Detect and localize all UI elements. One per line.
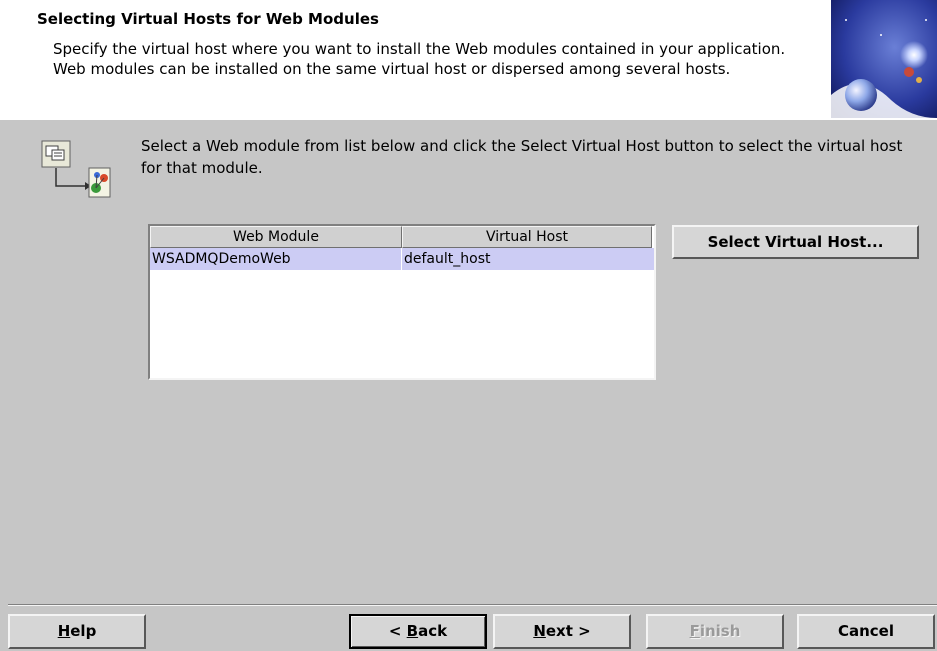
column-header-web-module[interactable]: Web Module [150,226,402,248]
next-mnemonic: N [533,622,546,640]
cell-virtual-host[interactable]: default_host [402,248,652,270]
web-module-table[interactable]: Web Module Virtual Host WSADMQDemoWeb de… [148,224,656,380]
next-label: ext > [545,622,591,640]
back-mnemonic: B [406,622,419,640]
globe-space-icon [831,0,937,118]
select-virtual-host-button[interactable]: Select Virtual Host... [672,225,919,259]
cancel-button[interactable]: Cancel [797,614,935,649]
wizard-header: Selecting Virtual Hosts for Web Modules … [0,0,937,121]
cell-web-module[interactable]: WSADMQDemoWeb [150,248,402,270]
page-description: Specify the virtual host where you want … [53,40,786,78]
back-label: ack [418,622,448,640]
page-title: Selecting Virtual Hosts for Web Modules [37,10,379,28]
table-row[interactable]: WSADMQDemoWeb default_host [150,248,654,270]
next-button[interactable]: Next > [493,614,631,649]
finish-button[interactable]: Finish [646,614,784,649]
footer-separator [8,604,937,606]
back-prefix: < [388,622,407,640]
help-label: elp [70,622,97,640]
finish-label: inish [699,622,741,640]
table-header: Web Module Virtual Host [150,226,654,248]
back-button[interactable]: < Back [349,614,487,649]
help-mnemonic: H [57,622,71,640]
module-to-host-icon [41,140,111,198]
instruction-text: Select a Web module from list below and … [141,137,903,177]
help-button[interactable]: Help [8,614,146,649]
column-header-virtual-host[interactable]: Virtual Host [402,226,652,248]
finish-mnemonic: F [689,622,700,640]
